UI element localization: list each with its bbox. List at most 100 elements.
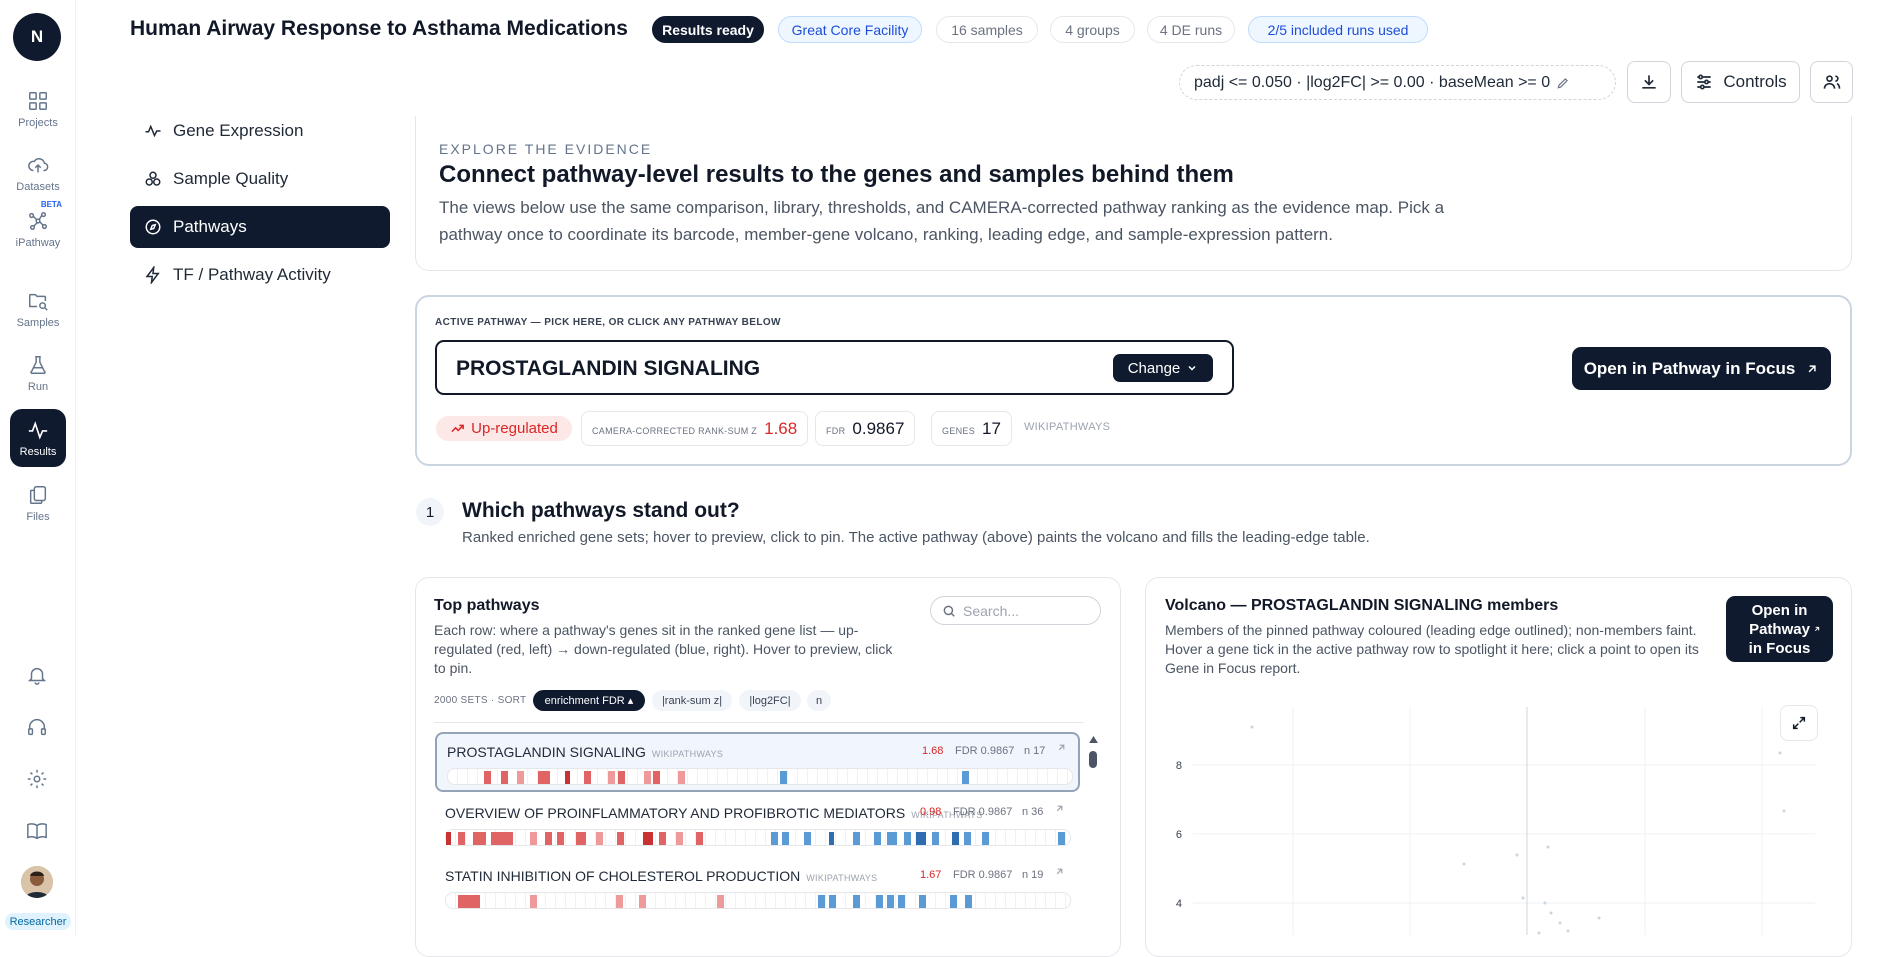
rail-item-run[interactable]: Run xyxy=(10,344,66,402)
avatar[interactable] xyxy=(21,866,53,898)
pathway-row[interactable]: OVERVIEW OF PROINFLAMMATORY AND PROFIBRO… xyxy=(435,795,1080,855)
gene-tick xyxy=(618,771,625,784)
rail-label: iPathway xyxy=(15,236,61,249)
list-scrollbar[interactable] xyxy=(1089,751,1097,768)
pathway-db: WIKIPATHWAYS xyxy=(651,749,724,759)
controls-button[interactable]: Controls xyxy=(1681,61,1800,103)
fdr-stat-label: FDR xyxy=(826,425,846,436)
nav-tf-pathway-activity[interactable]: TF / Pathway Activity xyxy=(130,254,390,296)
page-title: Human Airway Response to Asthama Medicat… xyxy=(130,17,628,40)
collaborators-button[interactable] xyxy=(1810,61,1853,103)
headset-icon[interactable] xyxy=(26,716,48,738)
open-row-icon[interactable] xyxy=(1054,866,1065,877)
gene-tick xyxy=(887,895,894,908)
threshold-filter[interactable]: padj <= 0.050 · |log2FC| >= 0.00 · baseM… xyxy=(1179,65,1616,100)
gene-tick xyxy=(473,832,486,845)
rail-item-projects[interactable]: Projects xyxy=(10,80,66,138)
rail-item-samples[interactable]: Samples xyxy=(10,280,66,338)
groups-chip[interactable]: 4 groups xyxy=(1050,16,1135,43)
gene-tick xyxy=(771,832,778,845)
change-button[interactable]: Change xyxy=(1113,354,1213,382)
app-logo[interactable]: N xyxy=(13,13,61,61)
expand-button[interactable] xyxy=(1780,705,1818,741)
volcano-point[interactable] xyxy=(1597,916,1601,920)
samples-chip[interactable]: 16 samples xyxy=(936,16,1038,43)
gene-tick xyxy=(458,895,480,908)
scroll-up-icon[interactable] xyxy=(1089,736,1098,743)
facility-chip[interactable]: Great Core Facility xyxy=(778,16,922,43)
included-runs-chip[interactable]: 2/5 included runs used xyxy=(1248,16,1428,43)
open-pathway-in-focus-button[interactable]: Open in Pathway in Focus xyxy=(1572,347,1831,390)
volcano-point[interactable] xyxy=(1778,751,1782,755)
gear-icon[interactable] xyxy=(26,768,48,790)
volcano-point[interactable] xyxy=(1543,901,1547,905)
open-row-icon[interactable] xyxy=(1054,803,1065,814)
book-icon[interactable] xyxy=(26,820,48,842)
rank-barcode xyxy=(447,768,1073,785)
explore-eyebrow: EXPLORE THE EVIDENCE xyxy=(439,141,653,157)
volcano-point[interactable] xyxy=(1521,896,1525,900)
bell-icon[interactable] xyxy=(26,664,48,686)
volcano-point[interactable] xyxy=(1462,862,1466,866)
activity-icon xyxy=(145,124,161,138)
controls-label: Controls xyxy=(1723,72,1787,91)
rail-label: Samples xyxy=(16,316,60,329)
y-tick: 4 xyxy=(1176,898,1182,910)
rail-label: Projects xyxy=(18,116,58,129)
volcano-plot[interactable]: 8 6 4 xyxy=(1165,705,1825,935)
volcano-point[interactable] xyxy=(1250,725,1254,729)
download-button[interactable] xyxy=(1627,61,1671,103)
gene-tick xyxy=(804,832,811,845)
direction-label: Up-regulated xyxy=(471,420,558,437)
volcano-point[interactable] xyxy=(1546,845,1550,849)
folder-search-icon xyxy=(29,293,48,311)
nav-label: Pathways xyxy=(173,217,247,236)
rail-item-results[interactable]: Results xyxy=(10,409,66,467)
nav-gene-expression[interactable]: Gene Expression xyxy=(130,110,390,152)
step-title: Which pathways stand out? xyxy=(462,499,740,522)
pathway-fdr: FDR 0.9867 xyxy=(953,869,1013,881)
volcano-point[interactable] xyxy=(1566,929,1570,933)
gene-tick xyxy=(950,895,957,908)
rail-item-datasets[interactable]: Datasets xyxy=(10,144,66,202)
de-runs-chip[interactable]: 4 DE runs xyxy=(1147,16,1235,43)
gene-tick xyxy=(517,771,524,784)
z-stat: CAMERA-CORRECTED RANK-SUM Z 1.68 xyxy=(581,411,809,446)
gene-tick xyxy=(557,832,564,845)
sort-n[interactable]: n xyxy=(807,690,831,711)
volcano-open-in-focus-button[interactable]: Open in Pathway in Focus xyxy=(1726,596,1833,662)
gene-tick xyxy=(639,895,646,908)
gene-tick xyxy=(904,832,911,845)
pathway-row[interactable]: PROSTAGLANDIN SIGNALING WIKIPATHWAYS 1.68… xyxy=(435,732,1080,792)
gene-tick xyxy=(676,832,683,845)
gene-tick xyxy=(617,832,624,845)
volcano-point[interactable] xyxy=(1558,921,1562,925)
volcano-point[interactable] xyxy=(1515,853,1519,857)
rail-item-files[interactable]: Files xyxy=(10,474,66,532)
nav-pathways[interactable]: Pathways xyxy=(130,206,390,248)
pathway-row[interactable]: STATIN INHIBITION OF CHOLESTEROL PRODUCT… xyxy=(435,858,1080,918)
nav-label: TF / Pathway Activity xyxy=(173,265,331,284)
section-nav: Gene Expression Sample Quality Pathways … xyxy=(130,110,390,302)
gene-tick xyxy=(653,771,660,784)
rail-label: Datasets xyxy=(16,180,60,193)
gene-tick xyxy=(853,832,860,845)
gene-tick xyxy=(659,832,666,845)
volcano-point[interactable] xyxy=(1782,809,1786,813)
open-row-icon[interactable] xyxy=(1056,742,1067,753)
sort-rank-sum[interactable]: |rank-sum z| xyxy=(652,690,732,711)
pathway-n: n 19 xyxy=(1022,869,1044,881)
gene-tick xyxy=(829,895,836,908)
beta-badge: BETA xyxy=(40,200,62,209)
z-stat-value: 1.68 xyxy=(764,418,798,438)
volcano-point[interactable] xyxy=(1537,931,1541,935)
volcano-point[interactable] xyxy=(1549,911,1553,915)
rail-item-ipathway[interactable]: BETA iPathway xyxy=(10,200,66,258)
gene-tick xyxy=(644,771,651,784)
pathway-search-input[interactable]: Search... xyxy=(930,596,1101,625)
sort-log2fc[interactable]: |log2FC| xyxy=(739,690,801,711)
fdr-stat: FDR 0.9867 xyxy=(815,411,916,446)
sort-fdr[interactable]: enrichment FDR ▴ xyxy=(533,690,645,711)
nav-sample-quality[interactable]: Sample Quality xyxy=(130,158,390,200)
gene-tick xyxy=(545,832,552,845)
